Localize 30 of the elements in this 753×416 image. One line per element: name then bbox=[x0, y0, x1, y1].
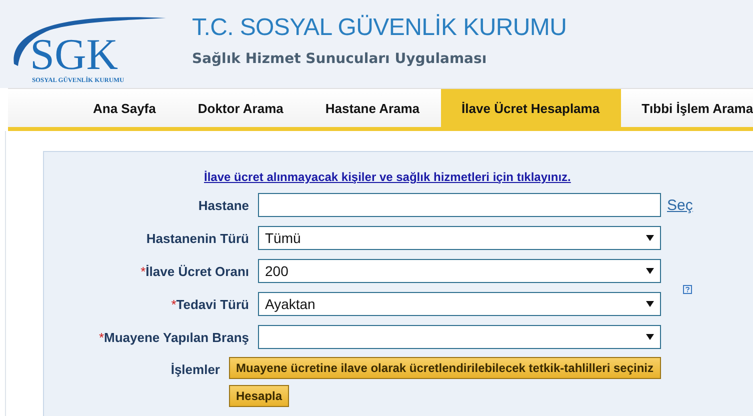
input-field[interactable] bbox=[258, 193, 661, 217]
field-label: Hastanenin Türü bbox=[146, 230, 249, 246]
required-mark: * bbox=[98, 330, 104, 344]
nav-tab[interactable]: İlave Ücret Hesaplama bbox=[440, 89, 621, 127]
nav-tab[interactable]: Tıbbi İşlem Arama bbox=[620, 89, 753, 127]
site-subtitle: Sağlık Hizmet Sunucuları Uygulaması bbox=[192, 51, 488, 67]
field-label: Hastane bbox=[198, 198, 249, 212]
select-field[interactable] bbox=[258, 325, 661, 349]
help-icon[interactable] bbox=[683, 285, 692, 294]
select-field[interactable]: 200 bbox=[258, 259, 661, 283]
caret-icon bbox=[646, 334, 654, 340]
select-field[interactable]: Ayaktan bbox=[258, 292, 661, 316]
caret-icon bbox=[646, 235, 654, 241]
nav-tab[interactable]: Hastane Arama bbox=[304, 89, 441, 127]
info-link[interactable]: İlave ücret alınmayacak kişiler ve sağlık hizmetleri için tıklayınız. bbox=[204, 170, 571, 184]
field-label: İlave Ücret Oranı bbox=[146, 264, 249, 278]
action-button[interactable]: Hesapla bbox=[229, 385, 290, 407]
required-mark: * bbox=[171, 296, 176, 312]
actions-label: İşlemler bbox=[170, 361, 221, 377]
caret-icon bbox=[646, 268, 654, 274]
select-field[interactable]: Tümü bbox=[258, 226, 661, 250]
select-link[interactable]: Seç bbox=[667, 196, 693, 214]
field-label: Muayene Yapılan Branş bbox=[104, 330, 249, 344]
site-title: T.C. SOSYAL GÜVENLİK KURUMU bbox=[192, 14, 567, 42]
action-button[interactable]: Muayene ücretine ilave olarak ücretlendirilebilecek tetkik-tahlilleri seçiniz bbox=[229, 357, 661, 379]
nav-tab[interactable]: Ana Sayfa bbox=[72, 89, 177, 127]
field-label: Tedavi Türü bbox=[176, 296, 249, 312]
nav-tab[interactable]: Doktor Arama bbox=[176, 89, 304, 127]
caret-icon bbox=[646, 301, 654, 307]
required-mark: * bbox=[140, 264, 146, 278]
